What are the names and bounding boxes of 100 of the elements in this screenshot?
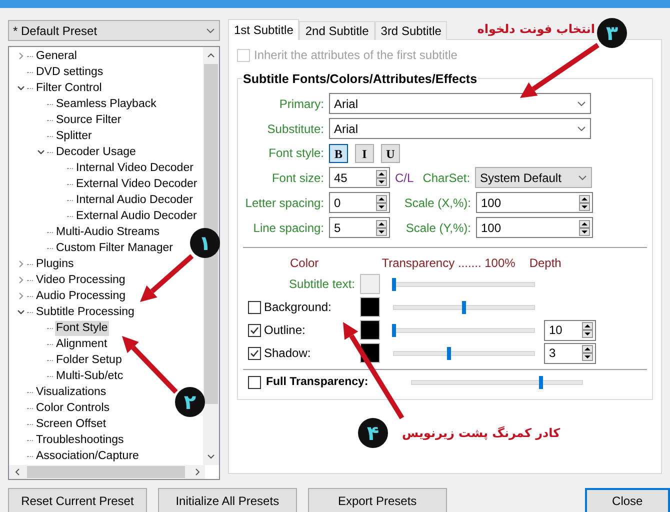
style-toggle[interactable]: B — [329, 144, 348, 162]
spin-arrows-icon[interactable] — [579, 220, 590, 236]
spin-arrows-icon[interactable] — [376, 220, 387, 236]
tree-item[interactable]: Screen Offset — [35, 416, 108, 432]
tree-item[interactable]: External Audio Decoder — [75, 208, 198, 224]
tab[interactable]: 3rd Subtitle — [374, 21, 448, 40]
column-header: Transparency ....... 100% — [382, 255, 516, 272]
tree-item[interactable]: Visualizations — [35, 384, 108, 400]
slider-thumb[interactable] — [392, 278, 396, 290]
scroll-right-icon[interactable] — [195, 468, 200, 476]
chevron-down-icon — [578, 174, 588, 180]
checkbox-label: Background: — [264, 299, 332, 316]
chevron-down-icon[interactable] — [37, 148, 45, 156]
tree-item[interactable]: Multi-Audio Streams — [55, 224, 161, 240]
chevron-down-icon — [577, 126, 586, 132]
spin-arrows-icon[interactable] — [582, 345, 593, 361]
vertical-scrollbar[interactable] — [203, 47, 219, 465]
checkbox-label: Inherit the attributes of the first subtitle — [254, 47, 458, 64]
color-swatch[interactable] — [360, 320, 380, 340]
chevron-down-icon[interactable] — [17, 84, 25, 92]
color-swatch[interactable] — [360, 274, 380, 294]
font-dropdown[interactable]: Arial — [329, 118, 591, 139]
tree-item[interactable]: Audio Processing — [35, 288, 126, 304]
dialog-button[interactable]: Export Presets — [308, 488, 447, 512]
checkbox[interactable] — [248, 346, 261, 360]
tree-item[interactable]: Folder Setup — [55, 352, 123, 368]
tree-item[interactable]: Filter Control — [35, 80, 103, 96]
unit-label: C/L — [395, 170, 414, 186]
chevron-right-icon[interactable] — [17, 52, 25, 60]
field-label: Font size: — [270, 170, 324, 186]
tree-item[interactable]: Multi-Sub/etc — [55, 368, 124, 384]
field-label: Scale (Y,%): — [404, 220, 471, 236]
field-label: Primary: — [278, 96, 324, 112]
tree-item[interactable]: Decoder Usage — [55, 144, 137, 160]
tree-item[interactable]: Seamless Playback — [55, 96, 158, 112]
scroll-down-icon[interactable] — [207, 454, 215, 459]
checkbox-label: Outline: — [264, 322, 306, 339]
charset-dropdown[interactable]: System Default — [475, 167, 592, 188]
tree-item[interactable]: External Video Decoder — [75, 176, 198, 192]
tree-item[interactable]: Association/Capture — [35, 448, 140, 464]
slider-thumb[interactable] — [539, 376, 544, 390]
tree-item[interactable]: Source Filter — [55, 112, 122, 128]
style-toggle[interactable]: U — [381, 144, 400, 162]
color-swatch[interactable] — [360, 297, 380, 317]
tree-item[interactable]: Font Style — [55, 320, 109, 336]
spin-arrows-icon[interactable] — [579, 194, 590, 210]
field-label: Subtitle text: — [288, 276, 355, 293]
checkbox[interactable] — [248, 300, 261, 314]
number-field[interactable]: 0 — [329, 192, 390, 213]
tab[interactable]: 1st Subtitle — [228, 19, 300, 40]
slider-thumb[interactable] — [392, 324, 396, 336]
checkbox[interactable] — [248, 324, 261, 336]
field-label: Letter spacing: — [244, 194, 324, 212]
font-dropdown[interactable]: Arial — [329, 93, 591, 114]
tree-item[interactable]: Internal Video Decoder — [75, 160, 194, 176]
tree-item[interactable]: Video Processing — [35, 272, 126, 288]
number-field[interactable]: 45 — [329, 167, 390, 188]
dialog-button[interactable]: Reset Current Preset — [8, 488, 147, 512]
dialog-button[interactable]: Close — [584, 488, 670, 512]
spin-arrows-icon[interactable] — [376, 194, 387, 210]
tree-item[interactable]: DVD settings — [35, 64, 104, 80]
spin-arrows-icon[interactable] — [582, 322, 593, 338]
preset-dropdown[interactable]: * Default Preset — [8, 20, 220, 41]
tree-item[interactable]: Alignment — [55, 336, 108, 352]
checkbox-label: Shadow: — [264, 345, 311, 362]
tree-item[interactable]: Troubleshootings — [35, 432, 125, 448]
tree-item[interactable]: General — [35, 48, 78, 64]
tree-item[interactable]: Splitter — [55, 128, 93, 144]
number-field[interactable]: 5 — [329, 217, 390, 238]
arrow — [122, 336, 178, 394]
chevron-down-icon — [577, 100, 586, 106]
number-badge: ۳ — [597, 18, 627, 48]
scrollbar-thumb[interactable] — [27, 466, 185, 478]
tree-item[interactable]: Subtitle Processing — [35, 304, 136, 320]
dialog-button[interactable]: Initialize All Presets — [158, 488, 297, 512]
tab[interactable]: 2nd Subtitle — [299, 21, 375, 40]
chevron-down-icon — [206, 28, 215, 34]
horizontal-scrollbar[interactable] — [9, 465, 205, 479]
slider-thumb[interactable] — [446, 346, 451, 360]
style-toggle[interactable]: I — [355, 144, 374, 162]
scroll-up-icon[interactable] — [207, 53, 215, 58]
scroll-left-icon[interactable] — [15, 468, 20, 476]
field-label: Substitute: — [266, 120, 324, 138]
checkbox-label: Full Transparency: — [266, 375, 368, 390]
number-field[interactable]: 100 — [476, 192, 593, 213]
chevron-down-icon[interactable] — [17, 308, 25, 316]
tree-item[interactable]: Custom Filter Manager — [55, 240, 174, 256]
spin-arrows-icon[interactable] — [376, 170, 387, 186]
arrow — [140, 254, 194, 302]
annotation-text: کادر کمرنگ پشت زیرنویس — [402, 425, 560, 442]
number-field[interactable]: 10 — [544, 320, 596, 340]
tree-item[interactable]: Internal Audio Decoder — [75, 192, 194, 208]
annotation-text: انتخاب فونت دلخواه — [477, 21, 595, 38]
tree-item[interactable]: Plugins — [35, 256, 75, 272]
checkbox[interactable] — [248, 376, 261, 390]
column-header: Depth — [529, 255, 562, 272]
number-field[interactable]: 3 — [544, 342, 596, 364]
number-field[interactable]: 100 — [476, 217, 593, 238]
tree-item[interactable]: Color Controls — [35, 400, 110, 416]
slider-thumb[interactable] — [462, 300, 466, 314]
